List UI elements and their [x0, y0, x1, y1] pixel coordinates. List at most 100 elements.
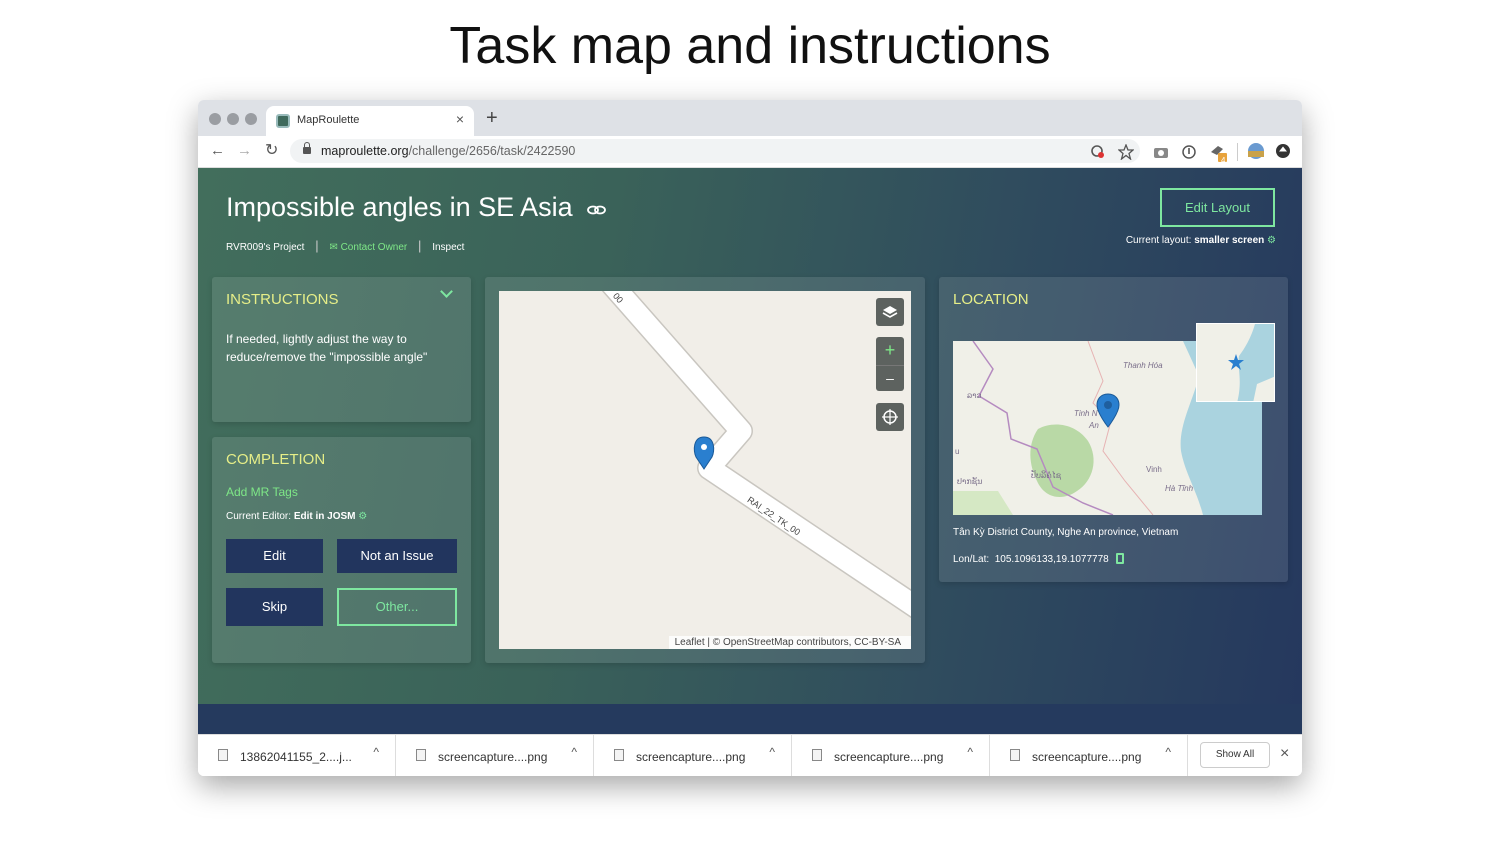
download-shelf: 13862041155_2....j... ^ screencapture...… [198, 734, 1302, 776]
extension-badge: 4 [1221, 156, 1226, 165]
current-editor: Current Editor: Edit in JOSM ⚙ [226, 511, 368, 522]
toolbar-divider [1237, 143, 1238, 161]
caret-up-icon[interactable]: ^ [373, 745, 379, 759]
download-filename: screencapture....png [636, 750, 746, 764]
translate-icon[interactable] [1090, 144, 1106, 160]
instructions-heading: INSTRUCTIONS [226, 291, 339, 308]
reload-button[interactable]: ↻ [265, 142, 278, 160]
inspect-link[interactable]: Inspect [432, 242, 464, 253]
envelope-icon: ✉ [329, 242, 341, 253]
location-coordinates: Lon/Lat: 105.1096133,19.1077778 [953, 553, 1124, 565]
address-bar[interactable]: maproulette.org/challenge/2656/task/2422… [290, 139, 1140, 163]
profile-avatar[interactable] [1247, 142, 1265, 160]
zoom-out-button[interactable]: – [876, 365, 904, 391]
map-marker-icon[interactable] [1096, 393, 1120, 429]
window-close-dot[interactable] [209, 113, 221, 125]
completion-heading: COMPLETION [226, 451, 326, 468]
location-heading: LOCATION [953, 291, 1029, 308]
browser-toolbar: ← → ↻ maproulette.org/challenge/2656/tas… [198, 136, 1302, 168]
gear-icon[interactable]: ⚙ [1267, 235, 1276, 246]
meta-separator: | [418, 238, 422, 253]
map-attribution[interactable]: Leaflet | © OpenStreetMap contributors, … [668, 636, 911, 649]
download-item[interactable]: screencapture....png ^ [594, 735, 792, 776]
lock-icon [303, 142, 311, 154]
download-filename: screencapture....png [438, 750, 548, 764]
show-all-button[interactable]: Show All [1200, 742, 1270, 768]
place-label: Tinh N [1074, 409, 1098, 418]
file-icon [1010, 749, 1020, 761]
meta-separator: | [315, 238, 319, 253]
task-map-panel: 00 RAI_22_TK_00 + – Leaflet | © OpenStre… [485, 277, 925, 663]
download-item[interactable]: 13862041155_2....j... ^ [198, 735, 396, 776]
overview-inset-map[interactable] [1196, 323, 1275, 402]
file-icon [812, 749, 822, 761]
edit-button[interactable]: Edit [226, 539, 323, 573]
project-link[interactable]: RVR009's Project [226, 242, 304, 253]
place-label: u [955, 447, 960, 456]
not-an-issue-button[interactable]: Not an Issue [337, 539, 457, 573]
browser-window: MapRoulette × + ← → ↻ maproulette.org/ch… [198, 100, 1302, 776]
overview-inset-canvas [1197, 324, 1274, 401]
add-mr-tags-link[interactable]: Add MR Tags [226, 485, 298, 499]
place-label: ປາກຊັນ [957, 477, 983, 486]
tab-close-icon[interactable]: × [456, 111, 464, 127]
app-content: Impossible angles in SE Asia RVR009's Pr… [198, 168, 1302, 704]
instructions-panel: INSTRUCTIONS If needed, lightly adjust t… [212, 277, 471, 422]
new-tab-button[interactable]: + [486, 108, 498, 128]
location-panel: LOCATION Thanh Hóa ລາວ Tinh N An Vinh Hà… [939, 277, 1288, 582]
info-icon[interactable] [1181, 144, 1197, 160]
caret-up-icon[interactable]: ^ [1165, 745, 1171, 759]
completion-panel: COMPLETION Add MR Tags Current Editor: E… [212, 437, 471, 663]
download-filename: 13862041155_2....j... [240, 750, 352, 764]
download-filename: screencapture....png [834, 750, 944, 764]
back-button[interactable]: ← [210, 142, 225, 160]
edit-layout-button[interactable]: Edit Layout [1160, 188, 1275, 227]
window-zoom-dot[interactable] [245, 113, 257, 125]
challenge-title: Impossible angles in SE Asia [226, 192, 573, 222]
caret-up-icon[interactable]: ^ [769, 745, 775, 759]
skip-button[interactable]: Skip [226, 588, 323, 626]
location-address: Tân Kỳ District County, Nghe An province… [953, 527, 1179, 538]
download-item[interactable]: screencapture....png ^ [990, 735, 1188, 776]
place-label: Vinh [1146, 465, 1162, 474]
other-button[interactable]: Other... [337, 588, 457, 626]
place-label: ລາວ [967, 391, 982, 400]
place-label: Hà Tĩnh [1165, 484, 1194, 493]
instructions-text: If needed, lightly adjust the way to red… [226, 332, 428, 364]
tab-strip: MapRoulette × + [198, 100, 1302, 136]
task-map-canvas [601, 291, 911, 619]
file-icon [416, 749, 426, 761]
forward-button[interactable]: → [237, 142, 252, 160]
locate-icon[interactable] [876, 403, 904, 431]
challenge-meta: RVR009's Project | ✉ Contact Owner | Ins… [226, 238, 464, 253]
file-icon [218, 749, 228, 761]
place-label: Thanh Hóa [1123, 361, 1163, 370]
contact-owner-link[interactable]: ✉ Contact Owner [329, 242, 407, 253]
maproulette-favicon-icon [276, 114, 290, 128]
close-icon[interactable]: × [1280, 745, 1289, 763]
gear-icon[interactable]: ⚙ [358, 511, 367, 522]
task-map[interactable]: 00 RAI_22_TK_00 + – Leaflet | © OpenStre… [499, 291, 911, 649]
clipboard-icon[interactable] [1115, 553, 1124, 564]
download-item[interactable]: screencapture....png ^ [396, 735, 594, 776]
caret-up-icon[interactable]: ^ [571, 745, 577, 759]
window-minimize-dot[interactable] [227, 113, 239, 125]
app-footer [198, 704, 1302, 734]
camera-icon[interactable] [1153, 144, 1169, 160]
caret-up-icon[interactable]: ^ [967, 745, 973, 759]
layers-icon[interactable] [876, 298, 904, 326]
slide-title: Task map and instructions [449, 17, 1051, 75]
tab-title: MapRoulette [297, 114, 360, 126]
editor-selector[interactable]: Edit in JOSM [294, 511, 356, 522]
zoom-in-button[interactable]: + [876, 337, 904, 365]
current-layout: Current layout: smaller screen ⚙ [1125, 235, 1276, 246]
download-item[interactable]: screencapture....png ^ [792, 735, 990, 776]
link-icon[interactable] [587, 203, 607, 217]
update-icon[interactable] [1275, 143, 1291, 159]
chevron-down-icon[interactable] [440, 285, 453, 298]
browser-tab[interactable]: MapRoulette × [266, 106, 474, 136]
file-icon [614, 749, 624, 761]
url-text: maproulette.org/challenge/2656/task/2422… [321, 144, 576, 158]
bookmark-star-icon[interactable] [1118, 144, 1134, 160]
place-label: ປັບລິຄໍໄຊ [1031, 471, 1062, 480]
